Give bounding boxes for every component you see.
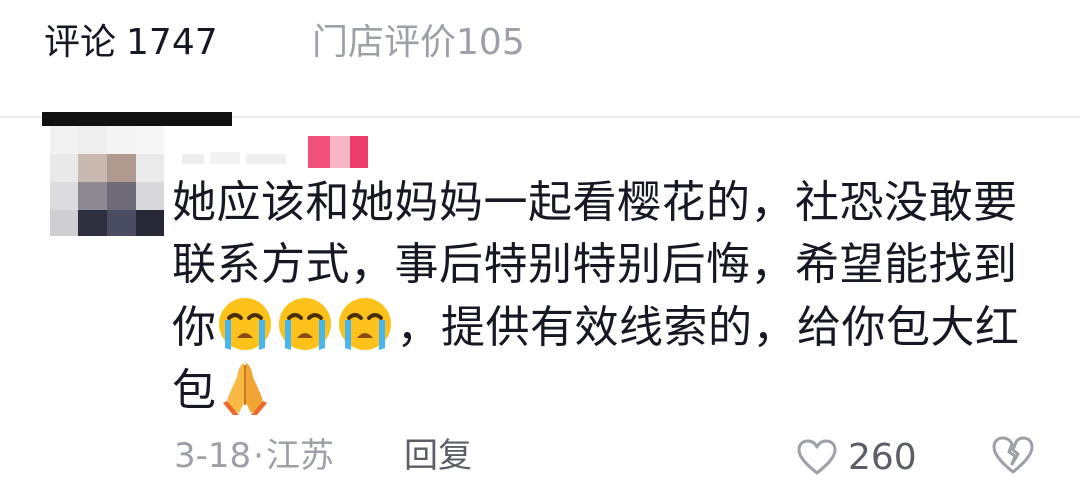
heart-outline-icon	[797, 439, 837, 475]
like-button[interactable]: 260	[796, 432, 917, 482]
like-count: 260	[848, 436, 917, 478]
tab-comments-count: 1747	[126, 22, 218, 63]
tab-store-reviews-count: 105	[456, 22, 525, 63]
comment-screen: 评论 1747 门店评价105 她应该和她妈妈一起看樱花的，社恐没敢要联系方式，…	[0, 0, 1080, 488]
tab-comments-label: 评论	[44, 22, 117, 63]
folded-hands-icon	[217, 359, 273, 415]
comment-meta: 3-18·江苏	[174, 430, 334, 482]
broken-heart-icon[interactable]	[990, 434, 1040, 482]
comment-date: 3-18	[174, 436, 252, 476]
meta-separator: ·	[253, 436, 264, 476]
tab-store-reviews[interactable]: 门店评价105	[312, 16, 525, 70]
tab-store-reviews-label: 门店评价	[312, 22, 457, 63]
username-redacted[interactable]	[180, 134, 390, 168]
avatar[interactable]	[50, 126, 164, 236]
reply-button[interactable]: 回复	[404, 430, 472, 482]
crying-face-icon	[337, 296, 393, 352]
tab-comments[interactable]: 评论 1747	[44, 16, 218, 70]
redaction-bar	[42, 112, 232, 126]
crying-face-icon	[277, 296, 333, 352]
comment-text: 她应该和她妈妈一起看樱花的，社恐没敢要联系方式，事后特别特别后悔，希望能找到你	[172, 172, 1032, 422]
crying-face-icon	[217, 296, 273, 352]
comment-location: 江苏	[265, 436, 334, 476]
